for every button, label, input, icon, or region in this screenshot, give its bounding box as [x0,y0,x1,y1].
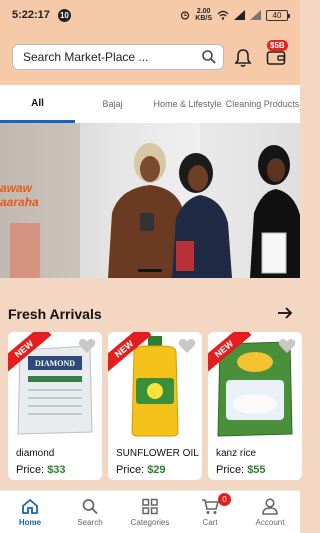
banner-image [0,123,300,278]
nav-account-label: Account [255,517,285,527]
product-card-sunflower-oil[interactable]: NEW SUNFLOWER OIL Price: $29 [108,332,202,480]
bell-icon[interactable] [234,48,252,68]
price-label: Price: [216,464,245,476]
tab-cleaning-products[interactable]: Cleaning Products [225,85,300,123]
net-speed: 2.00 KB/S [195,8,212,22]
bottom-navigation: Home Search Categories Cart 0 Account [0,490,300,533]
nav-categories-label: Categories [130,517,170,527]
net-speed-value: 2.00 [196,8,211,15]
battery-indicator: 40 [266,9,290,21]
nav-home[interactable]: Home [0,491,60,533]
status-bar: 5:22:17 10 2.00 KB/S 40 [0,0,300,30]
search-icon [82,498,98,514]
promo-banner[interactable]: awaw aaraha [0,123,300,278]
svg-text:DIAMOND: DIAMOND [35,359,75,368]
home-icon [22,498,38,514]
grid-icon [142,498,158,514]
signal-icon [234,10,245,20]
product-price-row: Price: $29 [116,464,166,476]
nav-cart-label: Cart [202,517,218,527]
product-price: $29 [147,464,166,476]
tab-home-lifestyle[interactable]: Home & Lifestyle [150,85,225,123]
price-label: Price: [116,464,145,476]
nav-categories[interactable]: Categories [120,491,180,533]
product-card-diamond[interactable]: DIAMOND NEW diamond Price: $33 [8,332,102,480]
banner-promo-text: awaw aaraha [0,181,39,209]
product-price: $55 [247,464,266,476]
price-label: Price: [16,464,45,476]
tab-all[interactable]: All [0,85,75,123]
app-header: Search Market-Place ... $5B [0,30,300,85]
wifi-icon [217,10,229,20]
product-price: $33 [47,464,66,476]
search-placeholder: Search Market-Place ... [23,50,149,64]
product-name: kanz rice [216,448,257,459]
signal-icon-2 [250,10,261,20]
notification-count-badge: 10 [57,8,71,22]
nav-account[interactable]: Account [240,491,300,533]
cart-count-badge: 0 [218,493,231,506]
carousel-indicator[interactable] [138,269,162,272]
nav-search-label: Search [77,517,103,527]
wallet-balance-badge: $5B [267,40,288,51]
nav-search[interactable]: Search [60,491,120,533]
product-price-row: Price: $55 [216,464,266,476]
search-input[interactable]: Search Market-Place ... [12,44,224,70]
status-icons: 2.00 KB/S 40 [180,8,290,22]
cart-icon [202,498,219,514]
banner-promo-line1: awaw [0,181,33,195]
heart-icon[interactable] [278,338,296,354]
heart-icon[interactable] [78,338,96,354]
banner-promo-line2: aaraha [0,195,39,209]
net-speed-unit: KB/S [195,15,212,22]
status-time: 5:22:17 [12,9,50,21]
category-tabs: All Bajaj Home & Lifestyle Cleaning Prod… [0,85,300,123]
product-price-row: Price: $33 [16,464,66,476]
nav-home-label: Home [18,517,42,527]
arrow-right-icon[interactable] [277,306,293,320]
tab-bajaj[interactable]: Bajaj [75,85,150,123]
alarm-icon [181,11,190,20]
product-name: SUNFLOWER OIL [116,448,199,459]
nav-cart[interactable]: Cart 0 [180,491,240,533]
heart-icon[interactable] [178,338,196,354]
product-name: diamond [16,448,55,459]
product-card-kanz-rice[interactable]: NEW kanz rice Price: $55 [208,332,302,480]
section-title: Fresh Arrivals [8,306,102,322]
user-icon [262,497,278,515]
search-icon[interactable] [201,49,217,65]
